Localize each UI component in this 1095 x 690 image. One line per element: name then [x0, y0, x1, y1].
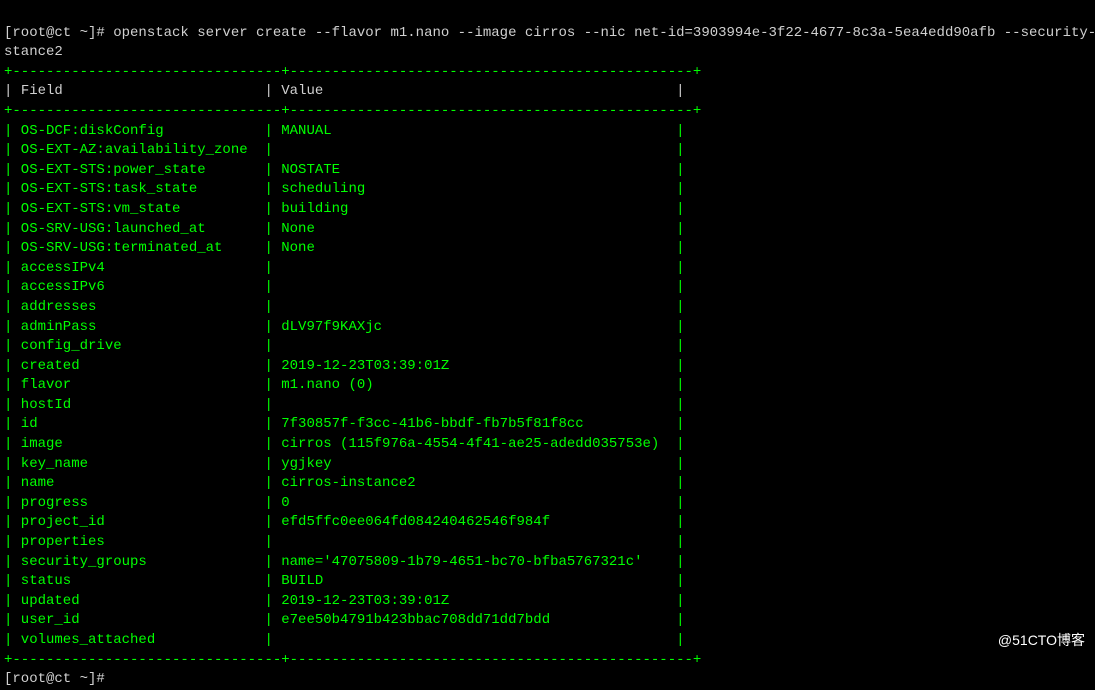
prompt-after[interactable]: [root@ct ~]#: [4, 671, 105, 687]
table-row: | OS-EXT-STS:power_state | NOSTATE |: [4, 162, 685, 178]
header-value: Value: [281, 83, 323, 99]
table-row: | OS-SRV-USG:launched_at | None |: [4, 221, 685, 237]
table-row: | OS-EXT-STS:vm_state | building |: [4, 201, 685, 217]
table-row: | image | cirros (115f976a-4554-4f41-ae2…: [4, 436, 685, 452]
table-row: | id | 7f30857f-f3cc-41b6-bbdf-fb7b5f81f…: [4, 416, 685, 432]
table-row: | OS-EXT-STS:task_state | scheduling |: [4, 181, 685, 197]
table-row: | status | BUILD |: [4, 573, 685, 589]
table-row: | OS-DCF:diskConfig | MANUAL |: [4, 123, 685, 139]
table-body: | OS-DCF:diskConfig | MANUAL | | OS-EXT-…: [4, 122, 1091, 651]
prompt-prefix: [root@ct ~]#: [4, 25, 113, 41]
table-row: | OS-EXT-AZ:availability_zone | |: [4, 142, 685, 158]
table-top-border: +--------------------------------+------…: [4, 64, 701, 80]
table-row: | adminPass | dLV97f9KAXjc |: [4, 319, 685, 335]
table-row: | progress | 0 |: [4, 495, 685, 511]
table-row: | name | cirros-instance2 |: [4, 475, 685, 491]
terminal-output: [root@ct ~]# openstack server create --f…: [4, 4, 1091, 690]
table-row: | updated | 2019-12-23T03:39:01Z |: [4, 593, 685, 609]
table-row: | properties | |: [4, 534, 685, 550]
table-bottom-border: +--------------------------------+------…: [4, 652, 701, 668]
watermark: @51CTO博客: [998, 631, 1085, 651]
table-row: | hostId | |: [4, 397, 685, 413]
table-row: | key_name | ygjkey |: [4, 456, 685, 472]
table-row: | project_id | efd5ffc0ee064fd0842404625…: [4, 514, 685, 530]
table-row: | volumes_attached | |: [4, 632, 685, 648]
command-text-1: openstack server create --flavor m1.nano…: [113, 25, 1095, 41]
table-row: | addresses | |: [4, 299, 685, 315]
table-row: | created | 2019-12-23T03:39:01Z |: [4, 358, 685, 374]
table-row: | accessIPv4 | |: [4, 260, 685, 276]
table-row: | accessIPv6 | |: [4, 279, 685, 295]
table-row: | user_id | e7ee50b4791b423bbac708dd71dd…: [4, 612, 685, 628]
table-row: | flavor | m1.nano (0) |: [4, 377, 685, 393]
command-text-2: stance2: [4, 44, 63, 60]
table-row: | security_groups | name='47075809-1b79-…: [4, 554, 685, 570]
table-header-border: +--------------------------------+------…: [4, 103, 701, 119]
table-row: | config_drive | |: [4, 338, 685, 354]
header-field: Field: [21, 83, 63, 99]
table-row: | OS-SRV-USG:terminated_at | None |: [4, 240, 685, 256]
table-header-row: | Field | Value |: [4, 83, 685, 99]
command-line-1: [root@ct ~]# openstack server create --f…: [4, 25, 1095, 41]
